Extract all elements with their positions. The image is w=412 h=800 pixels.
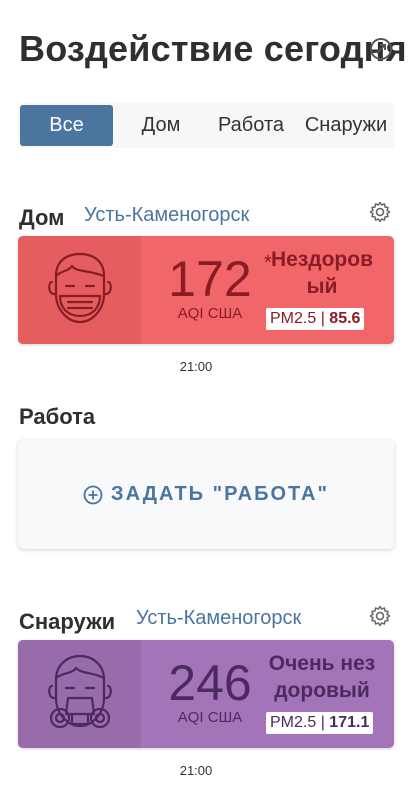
- circle-arrow-icon[interactable]: [368, 36, 394, 62]
- app-screen: Воздействие сегодня Все Дом Работа Снару…: [0, 0, 412, 800]
- home-section-label: Дом: [19, 205, 65, 230]
- work-section-label: Работа: [19, 404, 96, 429]
- outside-time: 21:00: [179, 763, 213, 778]
- outside-city[interactable]: Усть-Каменогорск: [136, 607, 301, 630]
- face-mask-icon: [48, 252, 112, 324]
- home-pm-value: 85.6: [329, 310, 361, 327]
- home-aqi-label: AQI США: [177, 305, 243, 322]
- outside-pm-badge: PM2.5 | 171.1: [266, 712, 374, 734]
- tab-outside[interactable]: Снаружи: [298, 103, 394, 148]
- set-work-content: ЗАДАТЬ "РАБОТА": [18, 440, 394, 549]
- home-pm-label: PM2.5 |: [270, 310, 330, 327]
- outside-aqi-value: 246: [168, 655, 252, 711]
- home-aqi-card[interactable]: 172 * AQI США Нездоровый PM2.5 | 85.6: [18, 236, 394, 344]
- outside-aqi-card[interactable]: 246 AQI США Очень нездоровый PM2.5 | 171…: [18, 640, 394, 748]
- tab-home[interactable]: Дом: [122, 103, 200, 148]
- home-time: 21:00: [179, 359, 213, 374]
- outside-face-panel: [18, 640, 141, 748]
- home-city[interactable]: Усть-Каменогорск: [84, 204, 249, 227]
- respirator-mask-icon: [48, 654, 112, 729]
- location-tabs: Все Дом Работа Снаружи: [18, 103, 394, 148]
- outside-pm-label: PM2.5 |: [270, 714, 330, 731]
- home-aqi-value: 172: [168, 251, 252, 307]
- gear-icon[interactable]: [368, 200, 392, 224]
- home-face-panel: [18, 236, 141, 344]
- page-title: Воздействие сегодня: [19, 28, 407, 69]
- outside-aqi-label: AQI США: [177, 709, 243, 726]
- outside-pm-value: 171.1: [329, 714, 370, 731]
- gear-icon[interactable]: [368, 604, 392, 628]
- home-pm-badge: PM2.5 | 85.6: [266, 308, 365, 330]
- set-work-button[interactable]: ЗАДАТЬ "РАБОТА": [18, 440, 394, 549]
- tab-all[interactable]: Все: [20, 105, 113, 146]
- outside-section-label: Снаружи: [19, 609, 116, 634]
- plus-circle-icon: [83, 485, 103, 504]
- set-work-label: ЗАДАТЬ "РАБОТА": [111, 483, 329, 505]
- home-status: Нездоровый: [270, 248, 373, 298]
- tab-work[interactable]: Работа: [208, 103, 294, 148]
- outside-status: Очень нездоровый: [268, 652, 376, 702]
